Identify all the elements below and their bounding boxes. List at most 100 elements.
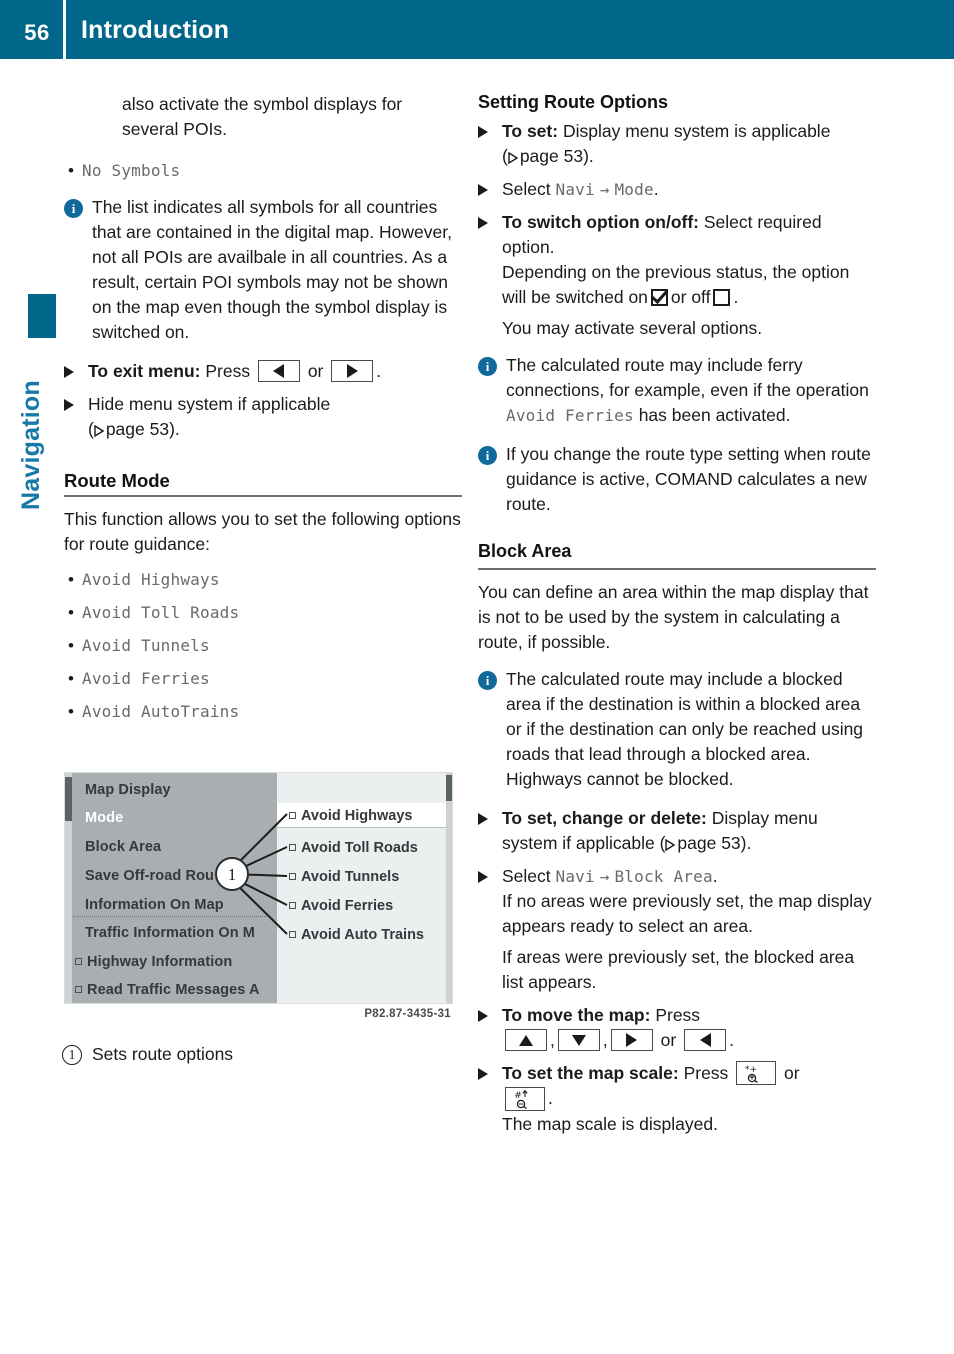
info-note-text: The list indicates all symbols for all c…	[92, 197, 452, 342]
arrow-up-key-icon	[505, 1029, 547, 1052]
step-label: To set:	[502, 121, 559, 141]
info-note-blocked-area: i The calculated route may include a blo…	[478, 667, 876, 792]
period: .	[548, 1088, 553, 1109]
list-item: Avoid Ferries	[64, 666, 462, 691]
continuation-paragraph: also activate the symbol displays for se…	[122, 94, 403, 139]
left-column: also activate the symbol displays for se…	[64, 92, 462, 732]
step-select-navi-mode: Select Navi → Mode.	[478, 177, 876, 202]
step-triangle-icon	[478, 184, 488, 196]
period: .	[653, 179, 659, 199]
page-ref-text: page 53).	[677, 833, 752, 853]
route-option-label: Avoid Toll Roads	[82, 603, 240, 622]
step-or: or	[784, 1063, 800, 1083]
callout-leader-lines	[230, 813, 288, 935]
route-option-label: Avoid Highways	[82, 570, 220, 589]
page-title: Introduction	[81, 16, 230, 44]
figure-image-code: P82.87-3435-31	[364, 1008, 451, 1020]
figure-caption: 1 Sets route options	[62, 1042, 233, 1067]
step-label: To exit menu:	[88, 361, 201, 381]
checkbox-unchecked-icon	[713, 288, 731, 306]
step-hide-menu: Hide menu system if applicable (page 53)…	[64, 392, 462, 442]
step-select-navi-block-area: Select Navi → Block Area. If no areas we…	[478, 864, 876, 995]
info-note-ferries: i The calculated route may include ferry…	[478, 353, 876, 428]
step-triangle-icon	[64, 366, 74, 378]
step-label: To set the map scale:	[502, 1063, 679, 1083]
step-label: To set, change or delete:	[502, 808, 707, 828]
step-text: Press	[655, 1005, 701, 1025]
subsection-heading-block-area: Block Area	[478, 541, 572, 561]
page-ref-arrow-icon	[508, 152, 518, 164]
info-note-text: If you change the route type setting whe…	[506, 444, 871, 514]
step-triangle-icon	[64, 399, 74, 411]
step-exit-menu: To exit menu: Press or .	[64, 359, 462, 384]
step-detail-text-2: If areas were previously set, the blocke…	[502, 947, 855, 992]
info-icon: i	[478, 446, 497, 465]
zoom-out-key-icon: #	[505, 1086, 545, 1111]
step-triangle-icon	[478, 1010, 488, 1022]
step-label: To move the map:	[502, 1005, 651, 1025]
callout-marker-1: 1	[215, 857, 249, 891]
info-note-text-b: has been activated.	[638, 405, 791, 425]
list-item: Avoid AutoTrains	[64, 699, 462, 724]
section-rule	[64, 495, 462, 497]
right-column: Setting Route Options To set: Display me…	[478, 92, 876, 1145]
info-icon: i	[478, 357, 497, 376]
caption-text: Sets route options	[92, 1044, 234, 1064]
step-set-map-scale: To set the map scale: Press *+ or # . Th…	[478, 1061, 876, 1137]
option-name-avoid-ferries: Avoid Ferries	[506, 406, 634, 425]
page-header: 56 Introduction	[0, 0, 954, 59]
page-number: 56	[24, 20, 50, 45]
step-detail-or: or off	[670, 287, 711, 307]
step-text: Press	[683, 1063, 729, 1083]
arrow-right-key-icon	[331, 360, 374, 383]
info-note-text-a: The calculated route may include ferry c…	[506, 355, 869, 400]
step-text: Select	[502, 866, 551, 886]
step-text: Press	[205, 361, 251, 381]
block-area-intro: You can define an area within the map di…	[478, 582, 869, 652]
step-detail-text: The map scale is displayed.	[502, 1113, 718, 1134]
header-divider	[63, 0, 66, 59]
step-text: Hide menu system if applicable	[88, 394, 331, 414]
route-option-label: Avoid Tunnels	[82, 636, 210, 655]
section-heading-route-mode: Route Mode	[64, 470, 170, 491]
svg-text:*+: *+	[745, 1065, 757, 1075]
route-option-label: Avoid Ferries	[82, 669, 210, 688]
step-detail-text: If no areas were previously set, the map…	[502, 891, 872, 936]
arrow-down-key-icon	[557, 1029, 600, 1052]
caption-number: 1	[62, 1045, 82, 1065]
step-or: or	[307, 361, 324, 381]
page-ref-arrow-icon	[94, 425, 104, 437]
checkbox-checked-icon	[650, 288, 668, 306]
step-detail-text-2: You may activate several options.	[502, 318, 763, 338]
page-ref-text: page 53).	[519, 146, 594, 166]
list-item: No Symbols	[64, 158, 462, 183]
info-note-text: The calculated route may include ferry c…	[506, 355, 869, 425]
step-triangle-icon	[478, 871, 488, 883]
step-to-set: To set: Display menu system is applicabl…	[478, 119, 876, 169]
step-triangle-icon	[478, 126, 488, 138]
comma: ,	[550, 1030, 555, 1050]
step-text: Display menu system is applicable	[562, 121, 831, 141]
step-or: or	[660, 1030, 677, 1050]
list-item: Avoid Tunnels	[64, 633, 462, 658]
menu-path-navi: Navi	[555, 180, 595, 199]
page-ref-text: page 53).	[105, 419, 180, 439]
period: .	[376, 361, 382, 381]
arrow-left-key-icon	[684, 1029, 727, 1052]
info-icon: i	[478, 671, 497, 690]
info-note-route-type: i If you change the route type setting w…	[478, 442, 876, 517]
route-mode-intro: This function allows you to set the foll…	[64, 509, 461, 554]
menu-path-mode: Mode	[614, 180, 654, 199]
step-triangle-icon	[478, 813, 488, 825]
period: .	[729, 1030, 734, 1050]
step-triangle-icon	[478, 1068, 488, 1080]
comma: ,	[602, 1030, 608, 1050]
menu-path-block-area: Block Area	[614, 867, 713, 886]
step-set-change-delete: To set, change or delete: Display menu s…	[478, 806, 876, 856]
period: .	[712, 866, 718, 886]
page-ref-arrow-icon	[665, 839, 676, 851]
info-icon: i	[64, 199, 83, 218]
svg-text:#: #	[514, 1091, 522, 1101]
menu-path-arrow-icon: →	[599, 867, 610, 886]
symbol-option-label: No Symbols	[82, 161, 181, 180]
